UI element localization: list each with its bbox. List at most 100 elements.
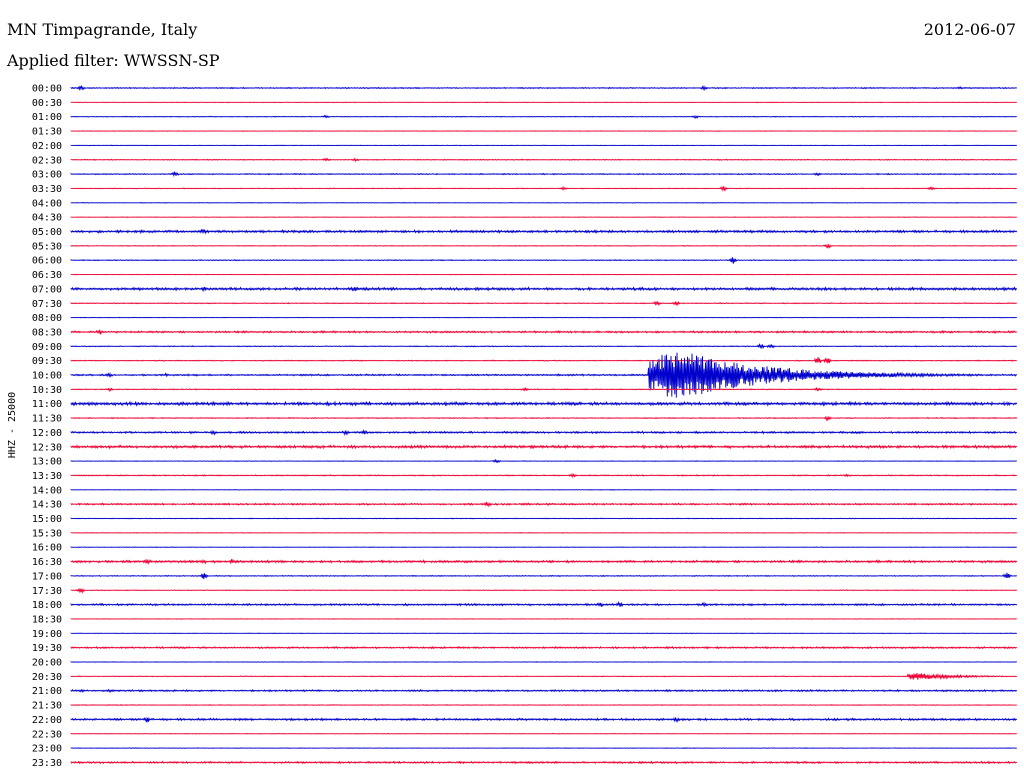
- trace-1000: [70, 352, 1018, 398]
- tick-labels: 00:00 00:30 01:00 01:30 02:00 02:30 03:00 03:30…: [32, 84, 62, 769]
- trace-2300: [70, 747, 1017, 749]
- row-label-1300: 13:00: [32, 457, 62, 468]
- row-label-1200: 12:00: [32, 428, 62, 439]
- trace-1830: [70, 618, 1017, 620]
- trace-2130: [70, 704, 1017, 707]
- row-label-0100: 01:00: [32, 112, 62, 123]
- row-label-1800: 18:00: [32, 600, 62, 611]
- row-label-0430: 04:30: [32, 213, 62, 224]
- trace-0430: [70, 216, 1017, 218]
- trace-0030: [70, 101, 1017, 104]
- row-label-2200: 22:00: [32, 715, 62, 726]
- row-label-0500: 05:00: [32, 227, 62, 238]
- row-label-0900: 09:00: [32, 342, 62, 353]
- row-label-0000: 00:00: [32, 84, 62, 95]
- trace-2000: [70, 661, 1017, 663]
- trace-1300: [70, 458, 1017, 464]
- row-label-2230: 22:30: [32, 729, 62, 740]
- row-label-0800: 08:00: [32, 313, 62, 324]
- trace-0300: [70, 170, 1017, 178]
- row-label-1700: 17:00: [32, 571, 62, 582]
- trace-0730: [70, 300, 1017, 307]
- row-label-1730: 17:30: [32, 586, 62, 597]
- trace-1230: [70, 444, 1018, 450]
- row-label-0200: 02:00: [32, 141, 62, 152]
- row-label-0600: 06:00: [32, 256, 62, 267]
- y-axis-label-group: HHZ - 25000: [7, 392, 18, 458]
- trace-1130: [70, 415, 1018, 422]
- row-label-1330: 13:30: [32, 471, 62, 482]
- trace-2330: [70, 760, 1018, 765]
- trace-1200: [70, 428, 1018, 437]
- trace-2200: [70, 716, 1018, 723]
- row-label-2130: 21:30: [32, 701, 62, 712]
- row-label-1430: 14:30: [32, 500, 62, 511]
- row-label-2300: 23:00: [32, 744, 62, 755]
- trace-0500: [70, 228, 1018, 235]
- y-axis-label: HHZ - 25000: [7, 392, 18, 458]
- trace-0200: [70, 144, 1017, 147]
- row-label-2330: 23:30: [32, 758, 62, 769]
- row-label-0700: 07:00: [32, 284, 62, 295]
- trace-1400: [70, 488, 1017, 491]
- row-label-1630: 16:30: [32, 557, 62, 568]
- row-label-2100: 21:00: [32, 686, 62, 697]
- row-label-0030: 00:30: [32, 98, 62, 109]
- trace-1730: [70, 587, 1018, 594]
- row-label-1030: 10:30: [32, 385, 62, 396]
- trace-2030: [70, 673, 1017, 680]
- row-label-1830: 18:30: [32, 614, 62, 625]
- row-label-1600: 16:00: [32, 543, 62, 554]
- trace-1700: [70, 572, 1017, 580]
- trace-1430: [70, 501, 1018, 508]
- trace-1900: [70, 632, 1017, 635]
- trace-1600: [70, 546, 1017, 549]
- row-label-0830: 08:30: [32, 327, 62, 338]
- row-label-0300: 03:00: [32, 170, 62, 181]
- trace-1330: [70, 472, 1018, 479]
- row-label-0530: 05:30: [32, 241, 62, 252]
- row-label-1400: 14:00: [32, 485, 62, 496]
- trace-0230: [70, 157, 1017, 163]
- trace-0930: [70, 357, 1017, 364]
- row-label-1130: 11:30: [32, 414, 62, 425]
- trace-1030: [70, 386, 1018, 393]
- trace-2230: [70, 732, 1017, 735]
- row-label-1900: 19:00: [32, 629, 62, 640]
- trace-0130: [70, 130, 1018, 132]
- trace-2100: [70, 688, 1018, 693]
- row-label-2030: 20:30: [32, 672, 62, 683]
- row-label-1230: 12:30: [32, 442, 62, 453]
- trace-1930: [70, 645, 1018, 650]
- row-label-2000: 20:00: [32, 658, 62, 669]
- trace-0400: [70, 201, 1017, 204]
- row-label-0930: 09:30: [32, 356, 62, 367]
- row-label-0130: 01:30: [32, 127, 62, 138]
- row-label-0330: 03:30: [32, 184, 62, 195]
- seismogram-plot: HHZ - 25000 00:00 00:30 01:00 01:30 02:00 02:…: [7, 84, 1018, 769]
- trace-0830: [70, 329, 1018, 335]
- trace-1530: [70, 531, 1017, 534]
- trace-0900: [70, 342, 1018, 350]
- trace-0330: [70, 185, 1017, 192]
- row-label-1930: 19:30: [32, 643, 62, 654]
- trace-0000: [70, 84, 1018, 91]
- row-label-0230: 02:30: [32, 155, 62, 166]
- trace-1800: [70, 600, 1018, 608]
- row-label-0730: 07:30: [32, 299, 62, 310]
- trace-1630: [70, 558, 1018, 565]
- trace-0700: [70, 285, 1018, 293]
- trace-0600: [70, 257, 1018, 264]
- trace-0630: [70, 273, 1017, 276]
- trace-0530: [70, 243, 1018, 249]
- row-label-0400: 04:00: [32, 198, 62, 209]
- row-label-1530: 15:30: [32, 528, 62, 539]
- row-label-1100: 11:00: [32, 399, 62, 410]
- trace-0800: [70, 316, 1017, 319]
- row-label-1500: 15:00: [32, 514, 62, 525]
- row-label-1000: 10:00: [32, 371, 62, 382]
- trace-0100: [70, 114, 1017, 120]
- trace-1100: [70, 400, 1018, 407]
- trace-1500: [70, 517, 1017, 520]
- traces: [70, 84, 1018, 765]
